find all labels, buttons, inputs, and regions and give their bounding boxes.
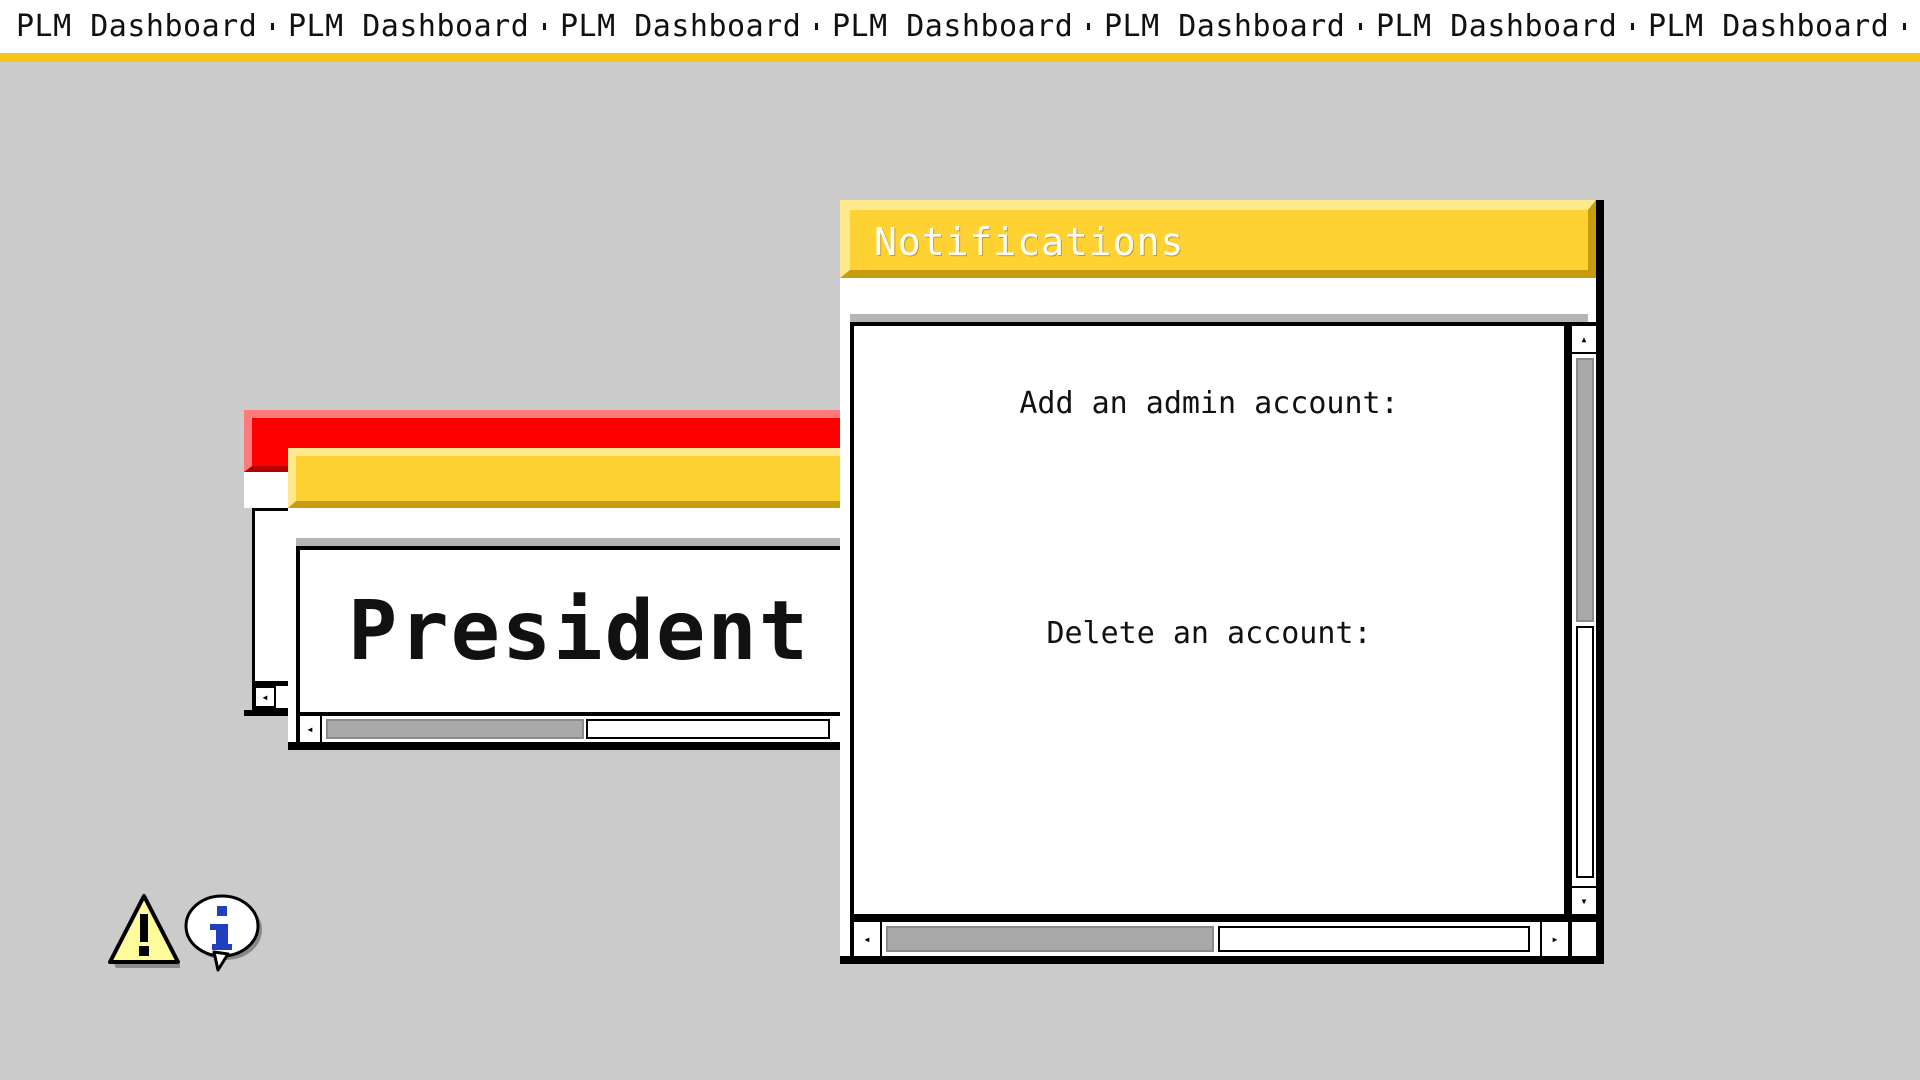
scroll-corner — [1568, 918, 1596, 956]
marquee-separator — [1631, 23, 1634, 30]
marquee-separator — [543, 23, 546, 30]
scroll-left-button[interactable]: ◂ — [300, 716, 322, 742]
scroll-right-button[interactable]: ▸ — [1540, 922, 1568, 956]
red-window-menuband — [244, 472, 294, 508]
menuband-divider — [296, 538, 876, 546]
marquee-item[interactable]: PLM Dashboard — [1104, 9, 1345, 44]
menuband-divider — [850, 314, 1588, 322]
info-icon[interactable] — [184, 894, 264, 980]
scroll-track[interactable] — [1218, 926, 1530, 952]
president-window-content: President — [296, 546, 862, 716]
marquee-item[interactable]: PLM Dashboard — [1376, 9, 1617, 44]
window-shadow-right — [1596, 200, 1604, 964]
marquee-item[interactable]: PLM Dashboard — [16, 9, 257, 44]
scroll-track[interactable] — [1576, 626, 1594, 878]
notifications-vertical-scrollbar[interactable]: ▴ ▾ — [1568, 322, 1596, 918]
notifications-content: Add an admin account: Delete an account: — [850, 322, 1568, 918]
scroll-thumb[interactable] — [886, 926, 1214, 952]
president-text: President — [347, 583, 811, 679]
window-shadow-bottom — [840, 956, 1604, 964]
marquee-item[interactable]: PLM Dashboard — [560, 9, 801, 44]
scroll-track[interactable] — [586, 719, 830, 739]
notifications-horizontal-scrollbar[interactable]: ◂ ▸ — [850, 918, 1568, 956]
scroll-up-button[interactable]: ▴ — [1572, 326, 1596, 354]
marquee-item[interactable]: PLM Dashboard — [832, 9, 1073, 44]
scroll-thumb[interactable] — [326, 719, 584, 739]
marquee-separator — [271, 23, 274, 30]
marquee-item[interactable]: PLM Dashboard — [1648, 9, 1889, 44]
scroll-thumb[interactable] — [1576, 358, 1594, 622]
notifications-window[interactable]: Notifications Add an admin account: Dele… — [840, 200, 1604, 964]
president-window-titlebar[interactable] — [288, 448, 884, 508]
notifications-menuband — [840, 278, 1596, 314]
red-window-shadow — [244, 710, 294, 716]
add-admin-account-label: Add an admin account: — [1019, 386, 1399, 421]
president-window-menuband — [288, 508, 884, 538]
marquee-separator — [1087, 23, 1090, 30]
marquee-separator — [815, 23, 818, 30]
window-shadow-bottom — [288, 742, 892, 750]
president-window[interactable]: President ▴ ▾ ◂ ▸ — [288, 448, 892, 750]
marquee-track: PLM Dashboard PLM Dashboard PLM Dashboar… — [0, 0, 1920, 53]
top-marquee-bar: PLM Dashboard PLM Dashboard PLM Dashboar… — [0, 0, 1920, 62]
scroll-left-button[interactable]: ◂ — [854, 922, 882, 956]
marquee-separator — [1903, 23, 1906, 30]
red-window-content — [252, 508, 292, 684]
scroll-down-button[interactable]: ▾ — [1572, 886, 1596, 914]
notifications-titlebar[interactable]: Notifications — [840, 200, 1596, 278]
president-horizontal-scrollbar[interactable]: ◂ ▸ — [296, 716, 862, 742]
marquee-item[interactable]: PLM Dashboard — [288, 9, 529, 44]
marquee-separator — [1359, 23, 1362, 30]
window-title: Notifications — [874, 220, 1185, 264]
warning-icon[interactable] — [106, 892, 182, 976]
scroll-left-button[interactable]: ◂ — [254, 686, 276, 708]
red-window-hscroll[interactable]: ◂ — [252, 684, 292, 710]
delete-account-label: Delete an account: — [1046, 616, 1372, 651]
